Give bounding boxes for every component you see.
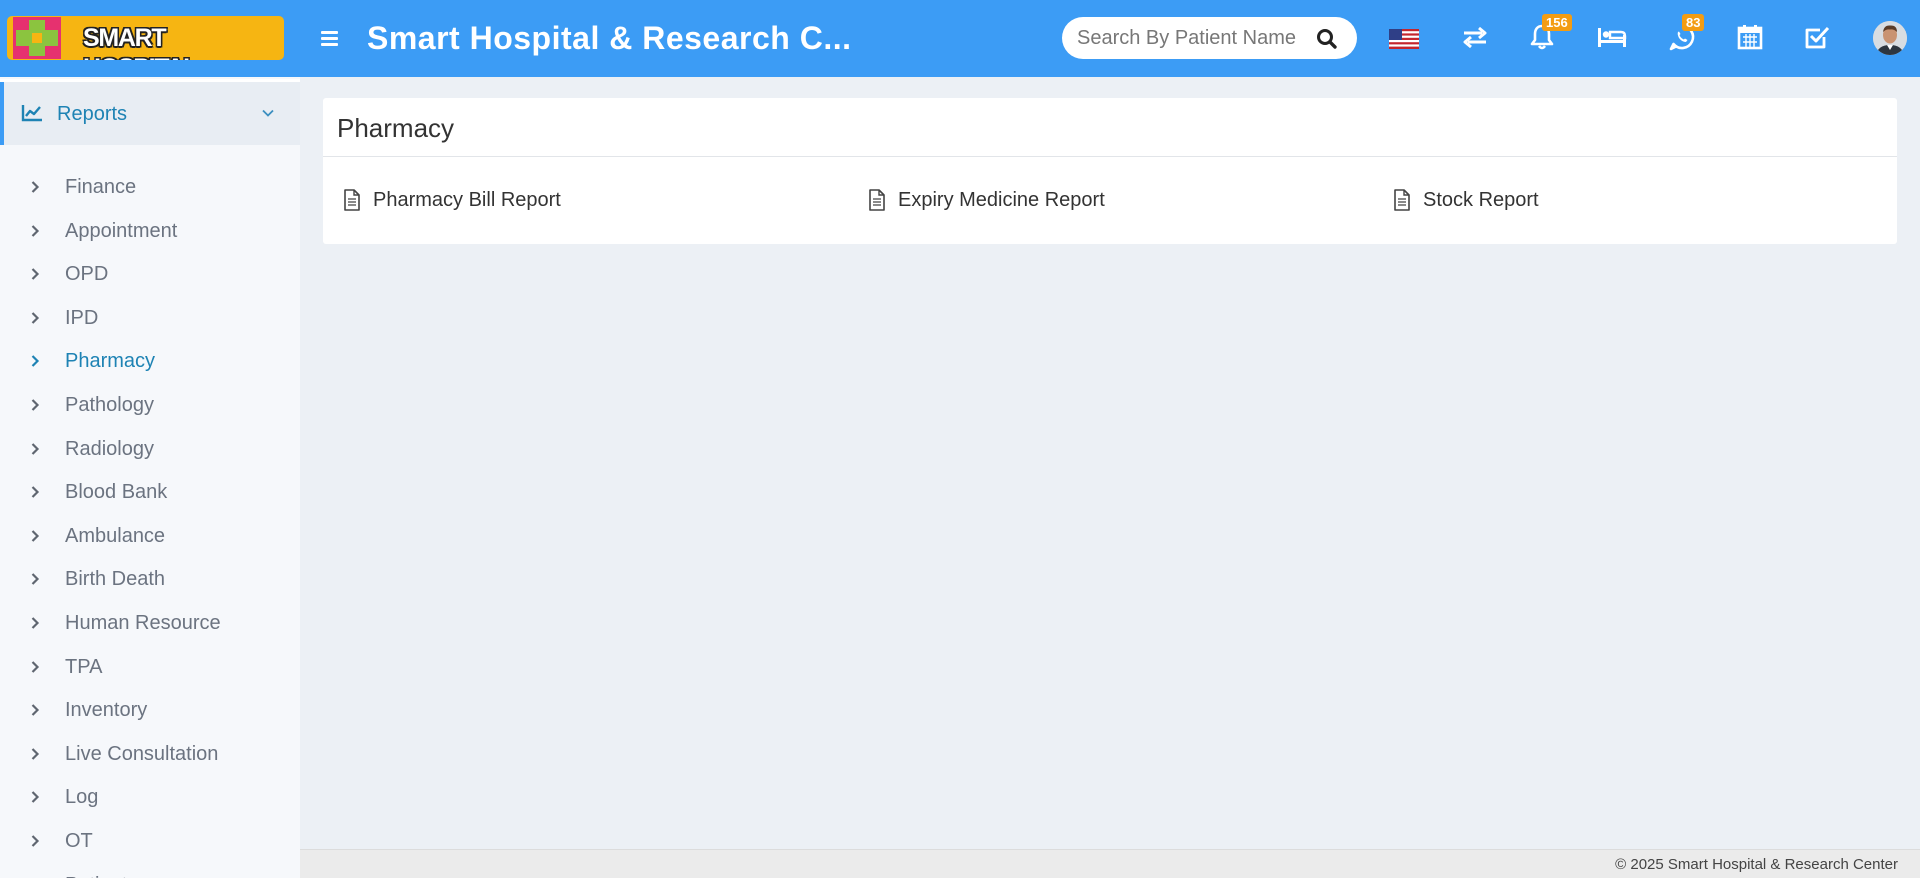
sidebar-item-label: Human Resource xyxy=(65,612,221,634)
chevron-right-icon xyxy=(31,661,40,673)
document-icon xyxy=(1394,189,1410,211)
pharmacy-reports-panel: Pharmacy Pharmacy Bill Report Expiry Med… xyxy=(323,98,1897,244)
chevron-right-icon xyxy=(31,530,40,542)
sidebar-item-label: OPD xyxy=(65,263,109,285)
sidebar-item-ambulance[interactable]: Ambulance xyxy=(0,516,300,556)
sidebar-item-label: Patient xyxy=(65,874,127,878)
notifications-button[interactable]: 156 xyxy=(1525,14,1572,54)
line-chart-icon xyxy=(21,105,42,122)
sidebar-item-label: TPA xyxy=(65,656,103,678)
language-selector[interactable] xyxy=(1388,20,1422,54)
medical-cross-icon xyxy=(13,17,61,59)
sidebar-item-ot[interactable]: OT xyxy=(0,821,300,861)
sidebar-item-label: Pathology xyxy=(65,394,154,416)
sidebar: Reports Finance Appointment OPD IPD Pharmacy… xyxy=(0,77,300,878)
sidebar-section-label: Reports xyxy=(57,103,128,125)
sidebar-item-label: Ambulance xyxy=(65,525,166,547)
report-link-label: Stock Report xyxy=(1423,189,1539,211)
sidebar-item-patient[interactable]: Patient xyxy=(0,865,300,878)
notification-count-badge: 156 xyxy=(1542,14,1572,31)
sidebar-section-reports[interactable]: Reports xyxy=(0,82,300,145)
chevron-right-icon xyxy=(31,748,40,760)
whatsapp-button[interactable]: 83 xyxy=(1665,14,1705,54)
footer: © 2025 Smart Hospital & Research Center xyxy=(300,849,1920,878)
document-icon xyxy=(344,189,360,211)
chevron-right-icon xyxy=(31,355,40,367)
sidebar-item-human-resource[interactable]: Human Resource xyxy=(0,603,300,643)
sidebar-item-label: Inventory xyxy=(65,699,148,721)
sidebar-item-label: IPD xyxy=(65,307,99,329)
bed-status-button[interactable] xyxy=(1595,20,1629,54)
sidebar-item-tpa[interactable]: TPA xyxy=(0,647,300,687)
sidebar-item-appointment[interactable]: Appointment xyxy=(0,211,300,251)
app-title: Smart Hospital & Research C... xyxy=(367,20,852,56)
task-checkbox-icon xyxy=(1805,26,1830,49)
sidebar-item-finance[interactable]: Finance xyxy=(0,167,300,207)
search-icon[interactable] xyxy=(1314,26,1340,52)
logo-text: SMART HOSPITAL xyxy=(83,24,198,60)
report-link-label: Expiry Medicine Report xyxy=(898,189,1105,211)
sidebar-item-inventory[interactable]: Inventory xyxy=(0,690,300,730)
user-avatar-image xyxy=(1873,21,1907,55)
menu-toggle-icon[interactable] xyxy=(318,26,342,50)
sidebar-item-radiology[interactable]: Radiology xyxy=(0,429,300,469)
sidebar-item-opd[interactable]: OPD xyxy=(0,254,300,294)
whatsapp-count-badge: 83 xyxy=(1682,14,1705,31)
hospital-logo[interactable]: SMART HOSPITAL xyxy=(7,16,284,60)
chevron-right-icon xyxy=(31,835,40,847)
chevron-right-icon xyxy=(31,181,40,193)
chevron-down-icon xyxy=(262,109,274,117)
bed-icon xyxy=(1598,28,1627,47)
sidebar-item-label: Finance xyxy=(65,176,137,198)
chevron-right-icon xyxy=(31,704,40,716)
us-flag-icon xyxy=(1389,29,1419,49)
sidebar-item-log[interactable]: Log xyxy=(0,777,300,817)
sidebar-item-pathology[interactable]: Pathology xyxy=(0,385,300,425)
sidebar-item-ipd[interactable]: IPD xyxy=(0,298,300,338)
search-input[interactable] xyxy=(1077,26,1302,50)
top-header: SMART HOSPITAL Smart Hospital & Research… xyxy=(0,0,1920,77)
user-avatar[interactable] xyxy=(1873,21,1907,55)
chevron-right-icon xyxy=(31,225,40,237)
chevron-right-icon xyxy=(31,312,40,324)
tasks-button[interactable] xyxy=(1800,20,1834,54)
chevron-right-icon xyxy=(31,399,40,411)
calendar-button[interactable] xyxy=(1733,20,1767,54)
sidebar-item-label: Birth Death xyxy=(65,568,166,590)
chevron-right-icon xyxy=(31,617,40,629)
sidebar-item-label: Appointment xyxy=(65,220,178,242)
sidebar-item-live-consultation[interactable]: Live Consultation xyxy=(0,734,300,774)
document-icon xyxy=(869,189,885,211)
sidebar-item-label: Live Consultation xyxy=(65,743,219,765)
chevron-right-icon xyxy=(31,486,40,498)
sidebar-item-label: OT xyxy=(65,830,93,852)
sidebar-item-pharmacy[interactable]: Pharmacy xyxy=(0,341,300,381)
swap-arrows-icon xyxy=(1463,26,1487,49)
chevron-right-icon xyxy=(31,443,40,455)
sidebar-item-label: Blood Bank xyxy=(65,481,168,503)
page-title: Pharmacy xyxy=(337,113,455,143)
chevron-right-icon xyxy=(31,268,40,280)
report-link-label: Pharmacy Bill Report xyxy=(373,189,561,211)
sidebar-item-label: Radiology xyxy=(65,438,154,460)
panel-divider xyxy=(323,156,1897,157)
switch-button[interactable] xyxy=(1458,20,1492,54)
chevron-right-icon xyxy=(31,573,40,585)
copyright-text: © 2025 Smart Hospital & Research Center xyxy=(1615,856,1898,873)
sidebar-item-label: Pharmacy xyxy=(65,350,156,372)
sidebar-item-birth-death[interactable]: Birth Death xyxy=(0,559,300,599)
sidebar-item-blood-bank[interactable]: Blood Bank xyxy=(0,472,300,512)
sidebar-item-label: Log xyxy=(65,786,99,808)
calendar-icon xyxy=(1737,25,1763,50)
patient-search xyxy=(1062,17,1357,59)
chevron-right-icon xyxy=(31,791,40,803)
